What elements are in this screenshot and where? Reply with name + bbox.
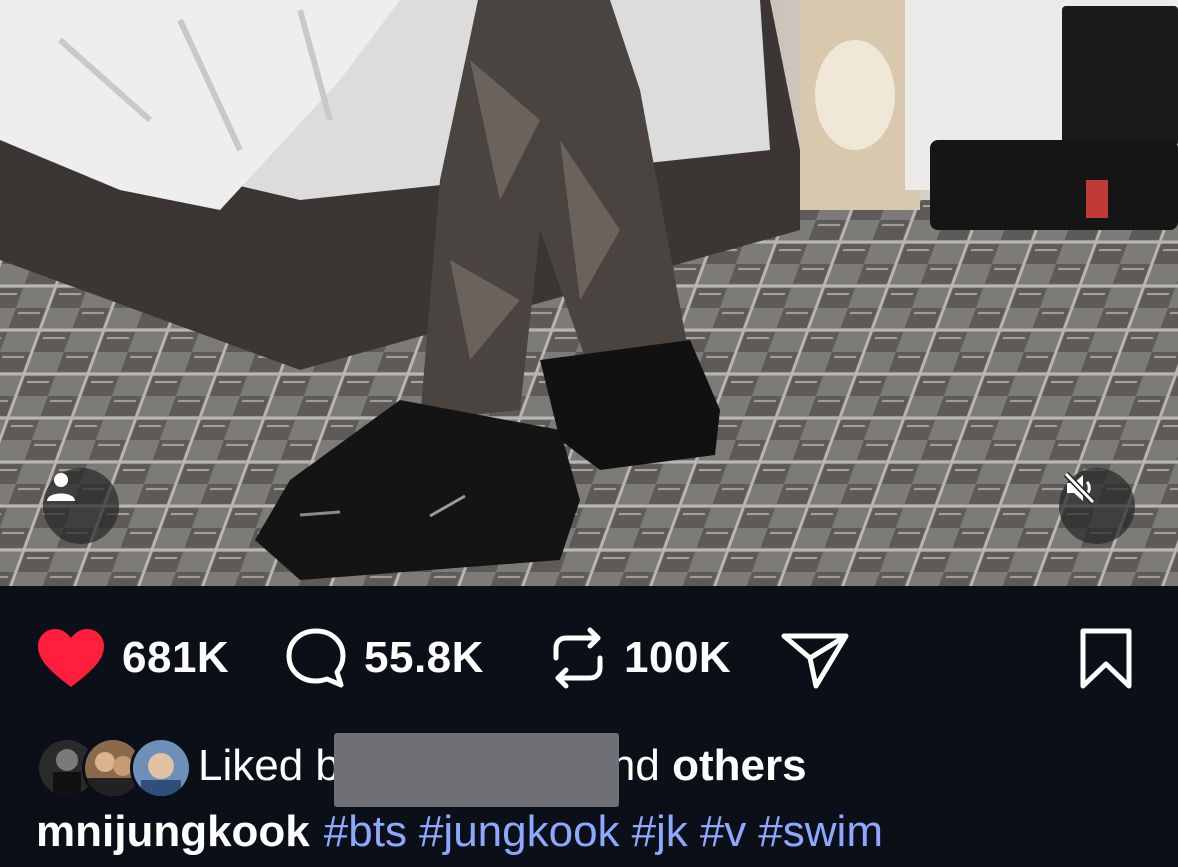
heart-icon [38, 629, 104, 687]
comment-button[interactable]: 55.8K [284, 620, 484, 696]
share-button[interactable] [780, 620, 850, 696]
hashtag-link[interactable]: #jungkook [419, 807, 620, 857]
hashtag-link[interactable]: #jk [632, 807, 688, 857]
speaker-muted-icon [1063, 471, 1096, 505]
liked-by-suffix: nd [610, 741, 673, 790]
repost-button[interactable]: 100K [548, 620, 731, 696]
post-actions-bar: 681K 55.8K 100K [0, 620, 1178, 696]
share-icon [781, 633, 849, 689]
tagged-people-button[interactable] [43, 468, 119, 544]
repost-count: 100K [624, 633, 732, 682]
mute-toggle-button[interactable] [1059, 468, 1135, 544]
liked-by-row[interactable]: Liked b nd others [36, 733, 807, 807]
like-count: 681K [122, 633, 230, 682]
post-caption: mnijungkook #bts #jungkook #jk #v #swim [36, 802, 895, 862]
bookmark-icon [1080, 628, 1132, 689]
liked-by-text: Liked b nd others [198, 729, 807, 807]
video-frame [0, 0, 1178, 586]
caption-username[interactable]: mnijungkook [36, 807, 310, 857]
like-button[interactable]: 681K [36, 620, 229, 696]
liked-by-others-link[interactable]: others [672, 741, 806, 791]
liked-by-prefix: Liked b [198, 741, 340, 790]
comment-icon [286, 628, 346, 688]
hashtag-link[interactable]: #swim [758, 807, 883, 857]
post-media[interactable] [0, 0, 1178, 586]
liker-avatars [36, 735, 192, 799]
hashtag-link[interactable]: #v [700, 807, 746, 857]
redacted-username [333, 733, 619, 807]
save-button[interactable] [1078, 620, 1134, 696]
repost-icon [553, 627, 603, 689]
hashtag-link[interactable]: #bts [324, 807, 407, 857]
comment-count: 55.8K [364, 633, 484, 682]
avatar [130, 737, 192, 799]
person-icon [47, 473, 75, 501]
